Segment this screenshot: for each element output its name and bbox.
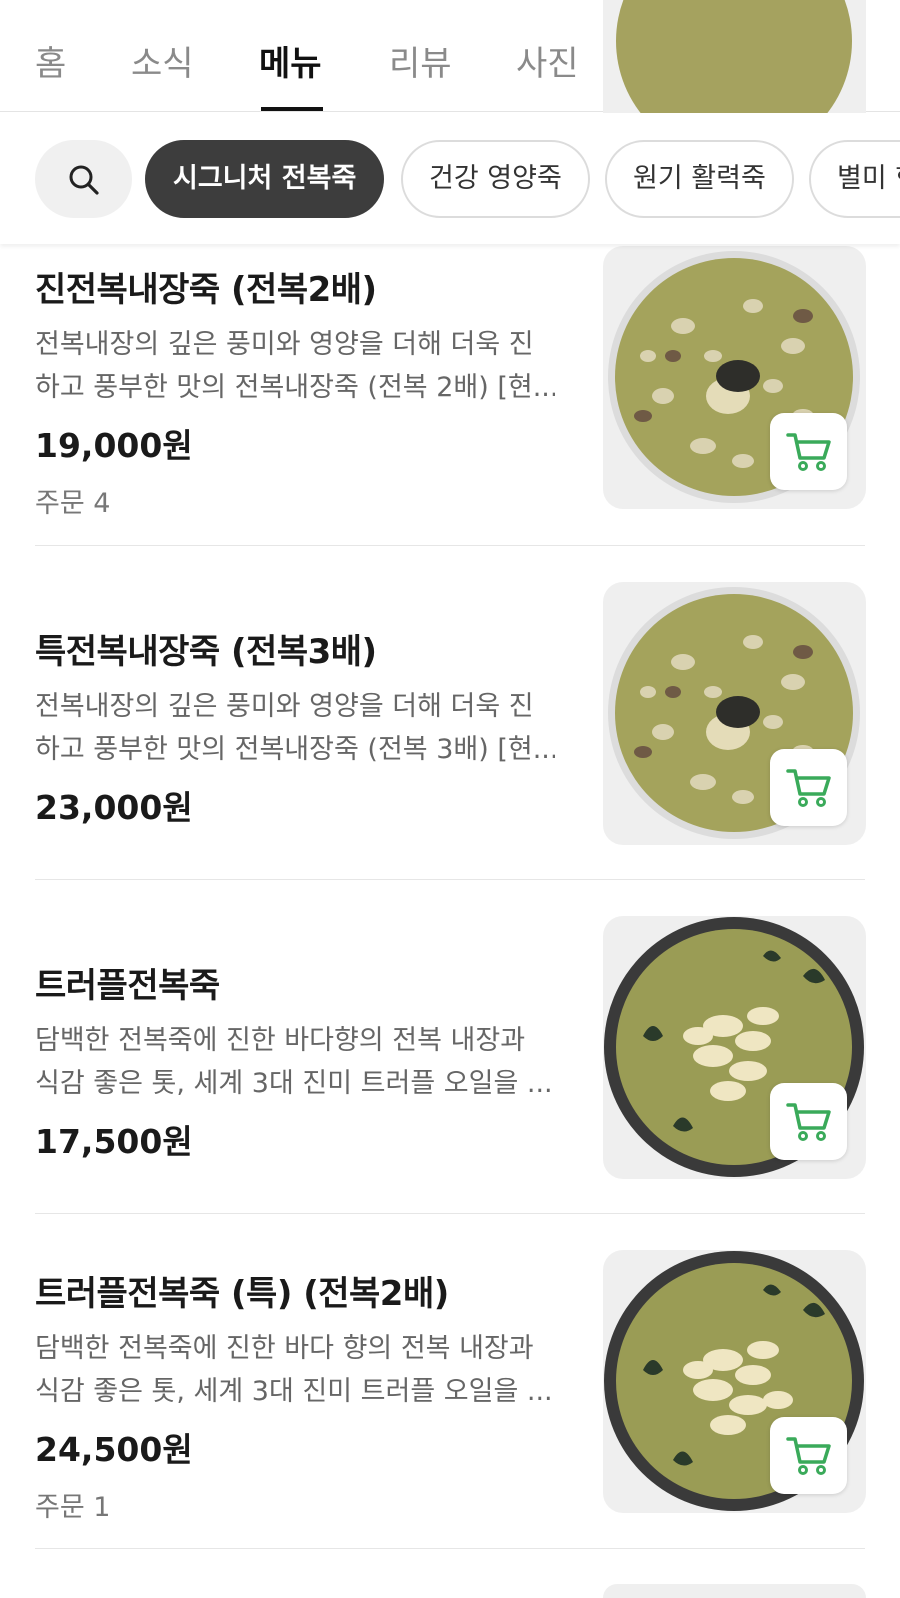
- menu-item-description: 담백한 전복죽에 진한 바다 향의 전복 내장과 식감 좋은 톳, 세계 3대 …: [35, 1333, 553, 1407]
- menu-item-name: 트러플전복죽 (특) (전복2배): [35, 1274, 449, 1314]
- cart-icon: [786, 433, 831, 471]
- category-chip-bar: 시그니처 전복죽 건강 영양죽 원기 활력죽 별미 한그릇: [0, 113, 900, 244]
- menu-item-order-count: 주문 1: [35, 1492, 111, 1523]
- menu-item-image: [603, 916, 866, 1179]
- menu-item-name: 트러플전복죽: [35, 966, 220, 1006]
- category-chip-special[interactable]: 별미 한그릇: [809, 140, 900, 218]
- category-chip-signature[interactable]: 시그니처 전복죽: [145, 140, 385, 218]
- menu-item-image: [603, 582, 866, 845]
- tab-menu[interactable]: 메뉴: [259, 36, 322, 85]
- divider: [35, 1213, 865, 1214]
- menu-item-name: 진전복내장죽 (전복2배): [35, 270, 377, 310]
- tab-photos[interactable]: 사진: [516, 36, 579, 85]
- cart-icon: [786, 769, 831, 807]
- menu-item-image: [603, 1250, 866, 1513]
- divider: [35, 1548, 865, 1549]
- add-to-cart-button[interactable]: [770, 1083, 847, 1160]
- menu-item-order-count: 주문 4: [35, 488, 111, 519]
- cart-icon: [786, 1103, 831, 1141]
- menu-item-description: 전복내장의 깊은 풍미와 영양을 더해 더욱 진 하고 풍부한 맛의 전복내장죽…: [35, 329, 555, 403]
- tab-home[interactable]: 홈: [35, 36, 66, 85]
- menu-item-price: 24,500원: [35, 1430, 193, 1469]
- menu-item-description: 담백한 전복죽에 진한 바다향의 전복 내장과 식감 좋은 톳, 세계 3대 진…: [35, 1025, 553, 1099]
- add-to-cart-button[interactable]: [770, 413, 847, 490]
- tab-news[interactable]: 소식: [131, 36, 194, 85]
- category-chip-energy[interactable]: 원기 활력죽: [605, 140, 794, 218]
- menu-item-image: [603, 246, 866, 509]
- menu-item-price: 17,500원: [35, 1122, 193, 1161]
- active-tab-indicator: [261, 107, 323, 111]
- search-icon: [69, 165, 99, 195]
- tab-reviews[interactable]: 리뷰: [389, 36, 452, 85]
- add-to-cart-button[interactable]: [770, 749, 847, 826]
- category-chip-health[interactable]: 건강 영양죽: [401, 140, 590, 218]
- divider: [35, 879, 865, 880]
- menu-item-image-partial: [603, 1584, 866, 1598]
- divider: [35, 545, 865, 546]
- menu-item-price: 19,000원: [35, 426, 193, 465]
- menu-item-price: 23,000원: [35, 788, 193, 827]
- menu-search-button[interactable]: [35, 140, 132, 218]
- menu-item-description: 전복내장의 깊은 풍미와 영양을 더해 더욱 진 하고 풍부한 맛의 전복내장죽…: [35, 691, 555, 765]
- cart-icon: [786, 1437, 831, 1475]
- add-to-cart-button[interactable]: [770, 1417, 847, 1494]
- menu-item-name: 특전복내장죽 (전복3배): [35, 632, 377, 672]
